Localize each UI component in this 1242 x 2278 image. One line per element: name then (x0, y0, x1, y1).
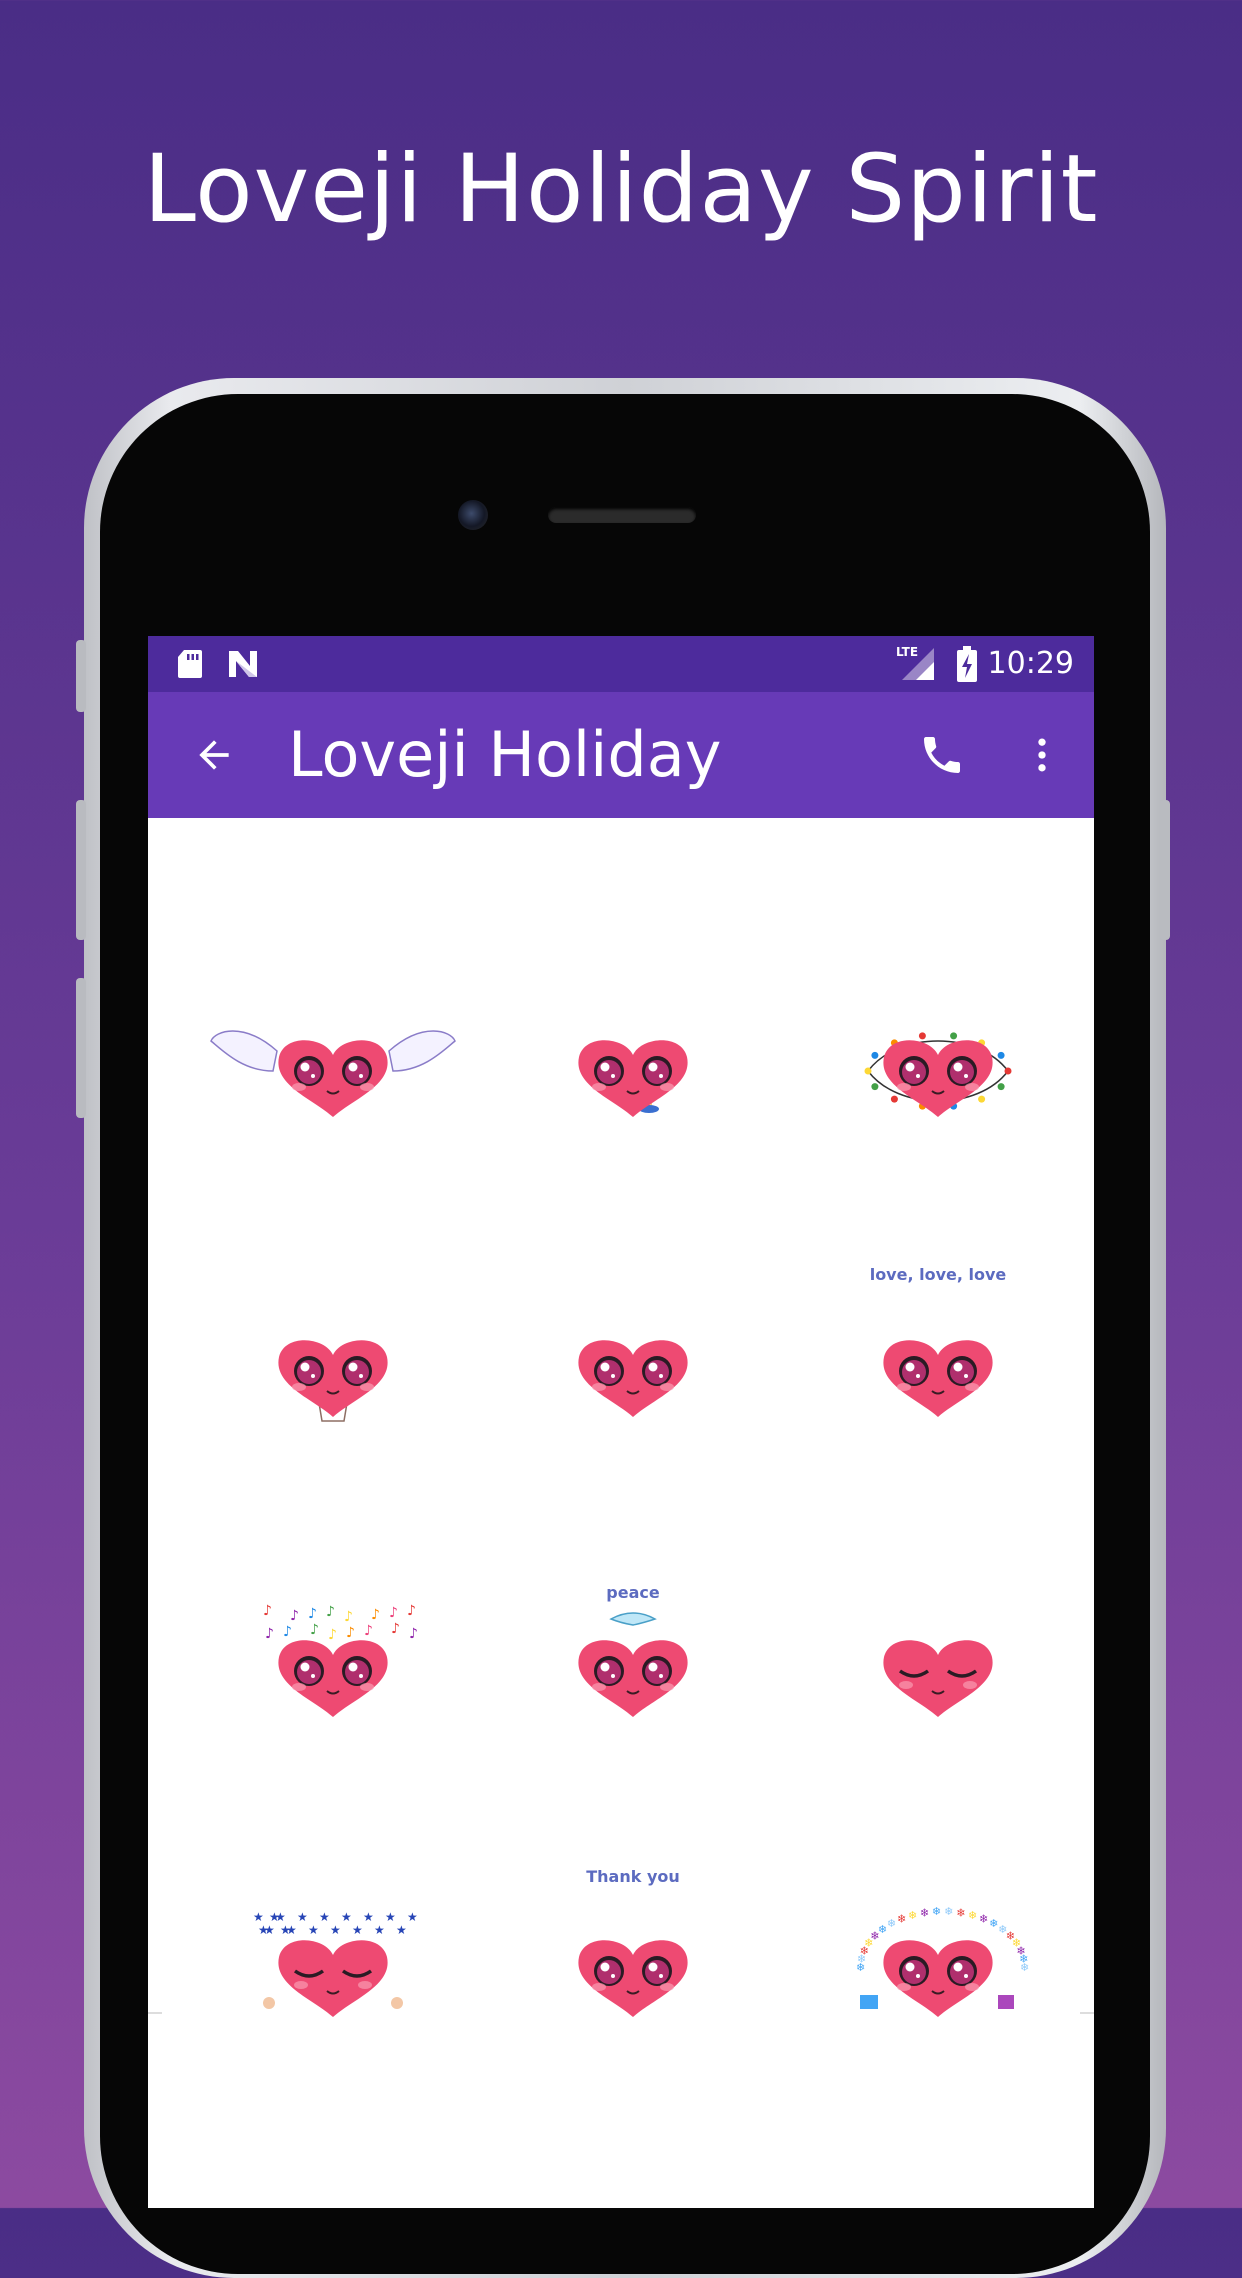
sticker-heart-hot-cocoa[interactable] (208, 1266, 458, 1486)
sticker-caption: love, love, love (869, 1265, 1007, 1284)
svg-text:♪: ♪ (344, 1609, 353, 1625)
svg-text:♪: ♪ (346, 1625, 355, 1641)
sticker-heart-eyes-closed-praying[interactable] (813, 1566, 1063, 1786)
svg-text:★: ★ (269, 1910, 280, 1924)
back-arrow-icon[interactable] (184, 725, 244, 785)
svg-text:♪: ♪ (389, 1605, 398, 1621)
svg-text:★: ★ (352, 1923, 363, 1937)
svg-text:♪: ♪ (328, 1627, 337, 1643)
app-bar: Loveji Holiday (148, 692, 1094, 818)
svg-text:★: ★ (374, 1923, 385, 1937)
svg-text:★: ★ (341, 1910, 352, 1924)
sticker-image: ♪ ♪ ♪ ♪ ♪ ♪ ♪ ♪♪ ♪ ♪ ♪ ♪ ♪ ♪ ♪ (263, 1603, 418, 1717)
svg-text:♪: ♪ (371, 1607, 380, 1623)
sticker-image (578, 1340, 688, 1417)
svg-text:♪: ♪ (290, 1608, 299, 1624)
phone-power-button (1160, 800, 1170, 940)
lte-signal-icon: LTE (896, 644, 942, 688)
sd-card-icon (176, 648, 204, 684)
grid-divider (1080, 2012, 1094, 2014)
grid-divider (148, 2012, 162, 2014)
phone-volume-down-button (76, 978, 86, 1118)
svg-text:★: ★ (407, 1910, 418, 1924)
sticker-heart-candle[interactable] (508, 966, 758, 1186)
svg-text:❄: ❄ (979, 1913, 988, 1926)
svg-text:♪: ♪ (310, 1622, 319, 1638)
svg-text:♪: ♪ (364, 1623, 373, 1639)
sticker-caption: Thank you (586, 1867, 680, 1886)
phone-screen: LTE 10:29 Loveji Holiday love, love, lov… (148, 636, 1094, 2208)
sticker-image: ★★★★★★★★★★★★★★★★★★ (253, 1910, 418, 2017)
sticker-caption: peace (606, 1583, 660, 1602)
status-bar: LTE 10:29 (148, 636, 1094, 692)
svg-text:♪: ♪ (326, 1604, 335, 1620)
sticker-image (864, 1032, 1012, 1117)
sticker-heart-string-lights[interactable] (813, 966, 1063, 1186)
front-camera (458, 500, 488, 530)
svg-text:★: ★ (258, 1923, 269, 1937)
sticker-image (578, 1040, 688, 1117)
svg-text:♪: ♪ (265, 1626, 274, 1642)
svg-text:❄: ❄ (944, 1905, 953, 1918)
svg-text:★: ★ (385, 1910, 396, 1924)
status-clock: 10:29 (987, 646, 1074, 681)
svg-text:❄: ❄ (878, 1923, 887, 1936)
svg-text:❄: ❄ (989, 1917, 998, 1930)
app-title: Loveji Holiday (288, 718, 722, 791)
sticker-heart-peace-dove[interactable]: peace (508, 1566, 758, 1786)
svg-text:★: ★ (297, 1910, 308, 1924)
svg-text:♪: ♪ (409, 1626, 418, 1642)
phone-side-button (76, 640, 86, 712)
sticker-image (210, 1030, 456, 1117)
svg-text:♪: ♪ (263, 1603, 272, 1619)
svg-text:❄: ❄ (887, 1917, 896, 1930)
svg-text:★: ★ (308, 1923, 319, 1937)
svg-text:❄: ❄ (932, 1905, 941, 1918)
sticker-heart-winter-gifts[interactable]: ❄ ❄ ❄ ❄ ❄ ❄ ❄ ❄ ❄ ❄ ❄ ❄ ❄ ❄ ❄ ❄ ❄ ❄ ❄ ❄ ❄ ❄ (813, 1866, 1063, 2086)
svg-text:❄: ❄ (897, 1913, 906, 1926)
svg-text:❄: ❄ (908, 1909, 917, 1922)
battery-charging-icon (956, 646, 978, 686)
sticker-heart-wings-praying[interactable] (208, 966, 458, 1186)
network-label: LTE (896, 645, 918, 659)
svg-text:★: ★ (396, 1923, 407, 1937)
svg-text:❄: ❄ (920, 1906, 929, 1919)
svg-text:❄: ❄ (968, 1909, 977, 1922)
sticker-heart-love[interactable]: love, love, love (813, 1266, 1063, 1486)
sticker-image (883, 1340, 993, 1417)
svg-text:♪: ♪ (391, 1621, 400, 1637)
svg-text:❄: ❄ (1020, 1961, 1029, 1974)
phone-icon[interactable] (912, 725, 972, 785)
sticker-heart-stars[interactable]: ★ ★ ★ ★ ★ ★ ★ ★ ★ ★ ★ ★ ★ ★ ★ ★ ★ ★ (208, 1866, 458, 2086)
sticker-image (883, 1640, 993, 1717)
sticker-heart-smiling[interactable] (508, 1266, 758, 1486)
sticker-heart-music-notes[interactable]: ♪ ♪ ♪ ♪ ♪ ♪ ♪ ♪ ♪ ♪ ♪ ♪ ♪ ♪ ♪ ♪ (208, 1566, 458, 1786)
svg-text:★: ★ (280, 1923, 291, 1937)
svg-text:♪: ♪ (308, 1606, 317, 1622)
earpiece-speaker (548, 507, 696, 523)
sticker-image (578, 1940, 688, 2017)
svg-text:★: ★ (319, 1910, 330, 1924)
svg-text:★: ★ (363, 1910, 374, 1924)
phone-volume-up-button (76, 800, 86, 940)
sticker-heart-thank-you[interactable]: Thank you (508, 1866, 758, 2086)
promo-title: Loveji Holiday Spirit (143, 135, 1099, 244)
svg-text:♪: ♪ (283, 1624, 292, 1640)
sticker-image (278, 1340, 388, 1422)
svg-text:❄: ❄ (956, 1906, 965, 1919)
sticker-image: ❄❄❄❄❄❄ ❄ ❄ ❄ ❄ ❄ ❄ ❄ ❄ ❄ ❄ ❄❄❄❄❄❄ (856, 1905, 1029, 2017)
more-vert-icon[interactable] (1012, 725, 1072, 785)
svg-text:★: ★ (330, 1923, 341, 1937)
svg-text:♪: ♪ (407, 1603, 416, 1619)
svg-text:★: ★ (253, 1910, 264, 1924)
n-logo-icon (226, 648, 260, 684)
